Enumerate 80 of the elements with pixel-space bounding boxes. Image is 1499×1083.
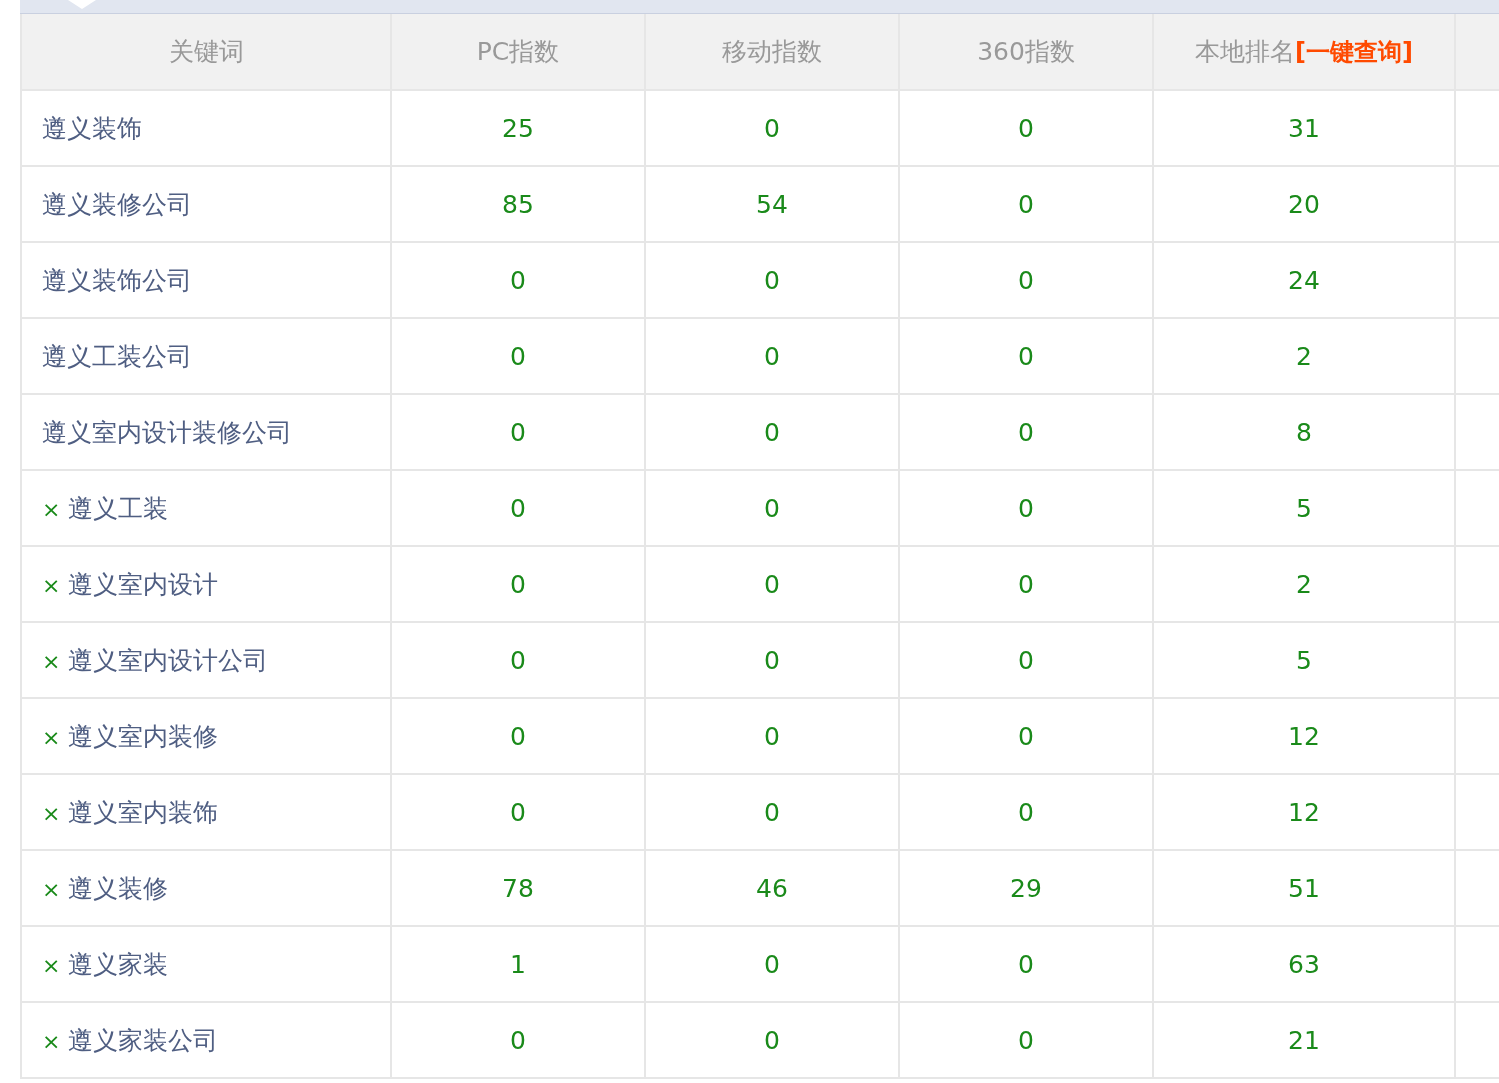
table-cell: 0 [764,797,780,827]
table-cell: 1 [510,949,526,979]
table-cell: 0 [1018,493,1034,523]
column-header: 本地排名 [1195,37,1296,66]
pointer-icon [68,0,96,10]
table-cell: 29 [1010,873,1042,903]
table-cell: 0 [510,1025,526,1055]
table-cell: 0 [1018,949,1034,979]
table-cell: 0 [1018,417,1034,447]
table-cell: 0 [1018,265,1034,295]
column-header: 移动指数 [722,37,822,66]
table-cell: 0 [510,645,526,675]
remove-button[interactable]: × [42,572,61,598]
table-cell: 0 [1018,1025,1034,1055]
keyword-text: 遵义家装公司 [68,1025,219,1055]
table-cell: 25 [502,113,534,143]
table-cell: 0 [1018,341,1034,371]
table-cell: 8 [1296,417,1312,447]
table-cell: 21 [1288,1025,1320,1055]
table-cell: 0 [510,493,526,523]
remove-button[interactable]: × [42,952,61,978]
keyword-text: 遵义工装公司 [42,341,192,371]
table-cell: 0 [764,949,780,979]
keyword-text: 遵义工装 [68,493,169,523]
table-cell: 0 [510,341,526,371]
table-cell: 31 [1288,113,1320,143]
column-header: 360指数 [977,37,1075,66]
remove-button[interactable]: × [42,724,61,750]
table-cell: 0 [1018,645,1034,675]
table-cell: 12 [1288,797,1320,827]
table-cell: 0 [1018,797,1034,827]
table-cell: 0 [510,721,526,751]
table-cell: 0 [764,265,780,295]
table-cell: 2 [1296,341,1312,371]
remove-button[interactable]: × [42,1028,61,1054]
table-cell: 0 [1018,113,1034,143]
table-cell: 0 [764,569,780,599]
table-cell: 0 [764,341,780,371]
keyword-text: 遵义室内装修 [68,721,219,751]
table-cell: 0 [764,645,780,675]
table-cell: 0 [764,493,780,523]
table-cell: 20 [1288,189,1320,219]
keyword-text: 遵义装饰 [42,113,142,143]
remove-button[interactable]: × [42,800,61,826]
table-cell: 0 [510,569,526,599]
table-cell: 85 [502,189,534,219]
table-cell: 0 [764,417,780,447]
table-cell: 12 [1288,721,1320,751]
keyword-text: 遵义室内设计公司 [68,645,269,675]
table-cell: 46 [756,873,788,903]
table-cell: 5 [1296,493,1312,523]
query-link[interactable]: [一键查询] [1295,38,1413,66]
table-cell: 0 [510,265,526,295]
table-cell: 0 [1018,721,1034,751]
table-cell: 63 [1288,949,1320,979]
table-cell: 78 [502,873,534,903]
column-header: 关键词 [168,37,244,66]
remove-button[interactable]: × [42,496,61,522]
keyword-text: 遵义装饰公司 [42,265,192,295]
table-cell: 0 [1018,189,1034,219]
keyword-text: 遵义装修 [68,873,169,903]
table-cell: 0 [764,721,780,751]
keyword-text: 遵义室内设计装修公司 [42,417,292,447]
table-cell: 0 [510,417,526,447]
table-cell: 24 [1288,265,1320,295]
remove-button[interactable]: × [42,648,61,674]
table-cell: 51 [1288,873,1320,903]
remove-button[interactable]: × [42,876,61,902]
table-cell: 0 [1018,569,1034,599]
keyword-text: 遵义装修公司 [42,189,192,219]
table-cell: 0 [510,797,526,827]
table-cell: 2 [1296,569,1312,599]
table-cell: 5 [1296,645,1312,675]
column-header: PC指数 [476,37,560,66]
table-cell: 54 [756,189,788,219]
table-cell: 0 [764,113,780,143]
keyword-text: 遵义室内装饰 [68,797,219,827]
keyword-text: 遵义室内设计 [68,569,219,599]
table-cell: 0 [764,1025,780,1055]
keyword-text: 遵义家装 [68,949,169,979]
